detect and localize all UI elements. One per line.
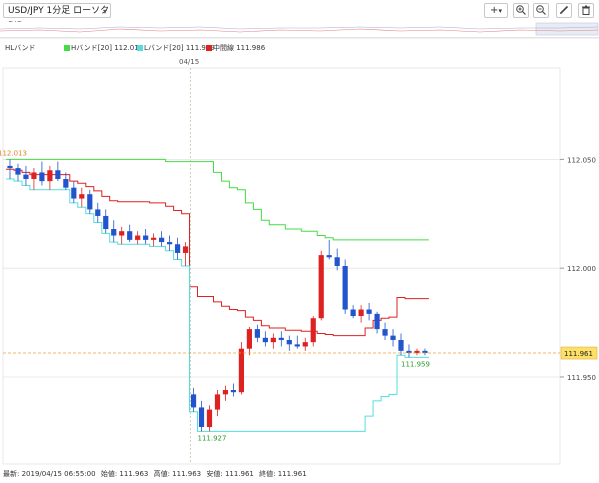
candle-42: [342, 259, 348, 314]
candle-body-9: [79, 194, 85, 199]
candle-body-25: [206, 409, 213, 428]
candle-body-49: [398, 339, 404, 351]
candle-body-43: [350, 309, 356, 317]
footer-datetime: 最新: 2019/04/15 06:55:00: [3, 470, 96, 478]
candle-body-35: [286, 339, 292, 345]
candle-body-24: [198, 407, 205, 428]
candle-body-27: [222, 390, 229, 395]
candle-body-47: [382, 329, 388, 336]
annotation-band-high: 112.013: [0, 149, 27, 157]
candle-body-14: [119, 231, 125, 236]
candle-body-48: [390, 335, 396, 340]
candle-body-40: [326, 255, 332, 258]
candle-body-38: [310, 318, 316, 343]
candle-body-36: [294, 344, 300, 347]
candle-body-29: [238, 348, 245, 393]
candle-body-39: [318, 255, 324, 319]
footer-info: 最新: 2019/04/15 06:55:00 始値: 111.963 高値: …: [3, 469, 310, 479]
candle-body-5: [47, 170, 53, 182]
candle-body-4: [39, 172, 45, 182]
y-tick-label-0: 112.050: [567, 156, 596, 164]
candle-body-12: [103, 215, 109, 230]
candle-body-42: [342, 266, 348, 310]
chart-area[interactable]: 112.050 112.000 111.950 111.961 112.013 111.9…: [0, 0, 599, 483]
candle-body-31: [254, 329, 260, 338]
candle-body-3: [31, 172, 37, 179]
y-tick-label-2: 111.950: [567, 374, 596, 382]
candle-body-7: [63, 178, 69, 188]
candle-body-10: [87, 194, 93, 210]
plot-area: [2, 67, 561, 465]
candle-body-13: [111, 229, 117, 236]
candle-body-30: [246, 329, 252, 349]
candle-38: [310, 316, 316, 347]
footer-open: 始値: 111.963: [100, 470, 149, 478]
candle-body-33: [270, 337, 276, 343]
footer-low: 安値: 111.961: [206, 470, 254, 478]
candle-body-28: [230, 390, 237, 393]
candle-body-16: [135, 235, 141, 240]
candle-body-18: [151, 237, 157, 240]
candle-body-19: [159, 237, 165, 243]
candle-body-22: [182, 246, 189, 253]
candle-body-11: [95, 209, 101, 216]
footer-close: 終値: 111.961: [259, 470, 307, 478]
candle-body-23: [190, 394, 197, 408]
candle-body-32: [262, 337, 268, 343]
annotation-band-low-right: 111.959: [401, 360, 430, 368]
candle-body-17: [143, 235, 149, 240]
annotation-band-low-left: 111.927: [198, 434, 227, 442]
candle-body-45: [366, 309, 372, 314]
candle-body-46: [374, 313, 380, 330]
candle-body-2: [23, 174, 29, 179]
candle-body-41: [334, 257, 340, 266]
candle-body-44: [358, 309, 364, 317]
candle-body-37: [302, 342, 308, 347]
candle-body-34: [278, 337, 284, 340]
current-price-label: 111.961: [564, 350, 593, 358]
candle-body-1: [15, 168, 21, 175]
candle-39: [318, 250, 324, 321]
candle-body-8: [71, 187, 77, 199]
candle-body-21: [174, 244, 181, 253]
footer-high: 高値: 111.963: [153, 470, 202, 478]
candle-body-6: [55, 170, 61, 179]
candle-29: [238, 342, 245, 395]
candle-body-15: [127, 231, 133, 240]
candle-body-20: [166, 242, 173, 245]
candle-body-26: [214, 394, 221, 410]
candle-body-0: [7, 165, 13, 169]
y-tick-label-1: 112.000: [567, 265, 596, 273]
